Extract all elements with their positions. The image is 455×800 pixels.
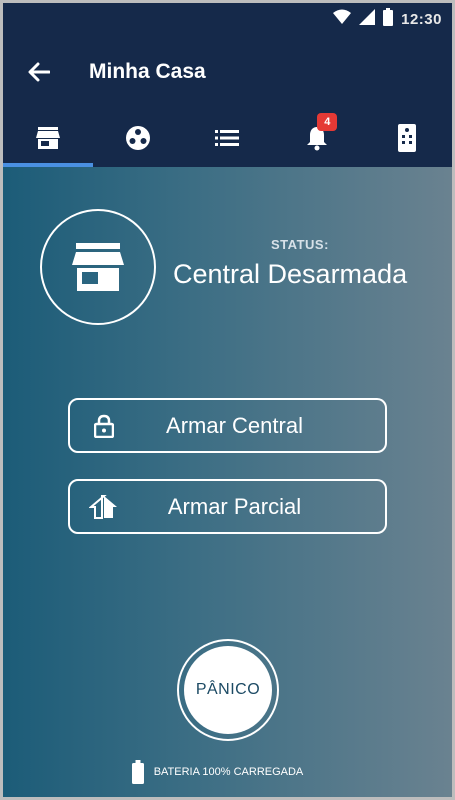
app-screen: 12:30 Minha Casa 4 STATUS: Central Desar… xyxy=(3,3,452,797)
battery-status-icon xyxy=(383,7,394,31)
signal-icon xyxy=(359,8,376,30)
panic-button[interactable]: PÂNICO xyxy=(177,639,279,741)
lock-icon xyxy=(84,414,124,438)
battery-label: BATERIA 100% CARREGADA xyxy=(153,766,304,778)
battery-status: BATERIA 100% CARREGADA xyxy=(3,759,452,785)
app-bar: Minha Casa xyxy=(3,35,452,109)
arm-central-button[interactable]: Armar Central xyxy=(68,398,387,453)
status-value: Central Desarmada xyxy=(173,259,408,289)
tab-zones[interactable] xyxy=(93,109,183,167)
tab-remote[interactable] xyxy=(362,109,452,167)
remote-icon xyxy=(398,124,417,152)
store-icon xyxy=(35,127,60,149)
page-title: Minha Casa xyxy=(89,60,206,83)
status-section: STATUS: Central Desarmada xyxy=(3,167,452,367)
arm-partial-button[interactable]: Armar Parcial xyxy=(68,479,387,534)
wifi-icon xyxy=(333,9,352,30)
arm-partial-label: Armar Parcial xyxy=(167,493,302,519)
panic-label: PÂNICO xyxy=(184,646,272,734)
back-button[interactable] xyxy=(21,54,57,90)
zones-icon xyxy=(125,126,150,150)
arm-central-label: Armar Central xyxy=(166,412,303,438)
home-partial-icon xyxy=(84,494,124,520)
tab-central[interactable] xyxy=(3,109,93,167)
tab-bar: 4 xyxy=(3,109,452,167)
list-icon xyxy=(215,130,240,146)
system-status-bar: 12:30 xyxy=(3,3,452,35)
arrow-left-icon xyxy=(28,62,50,82)
status-label: STATUS: xyxy=(271,237,329,252)
battery-icon xyxy=(131,760,144,784)
notification-badge: 4 xyxy=(317,113,338,131)
tab-events[interactable] xyxy=(183,109,273,167)
clock: 12:30 xyxy=(401,10,442,28)
tab-notifications[interactable]: 4 xyxy=(272,109,362,167)
store-icon xyxy=(72,243,124,291)
status-icon-circle xyxy=(40,209,156,325)
